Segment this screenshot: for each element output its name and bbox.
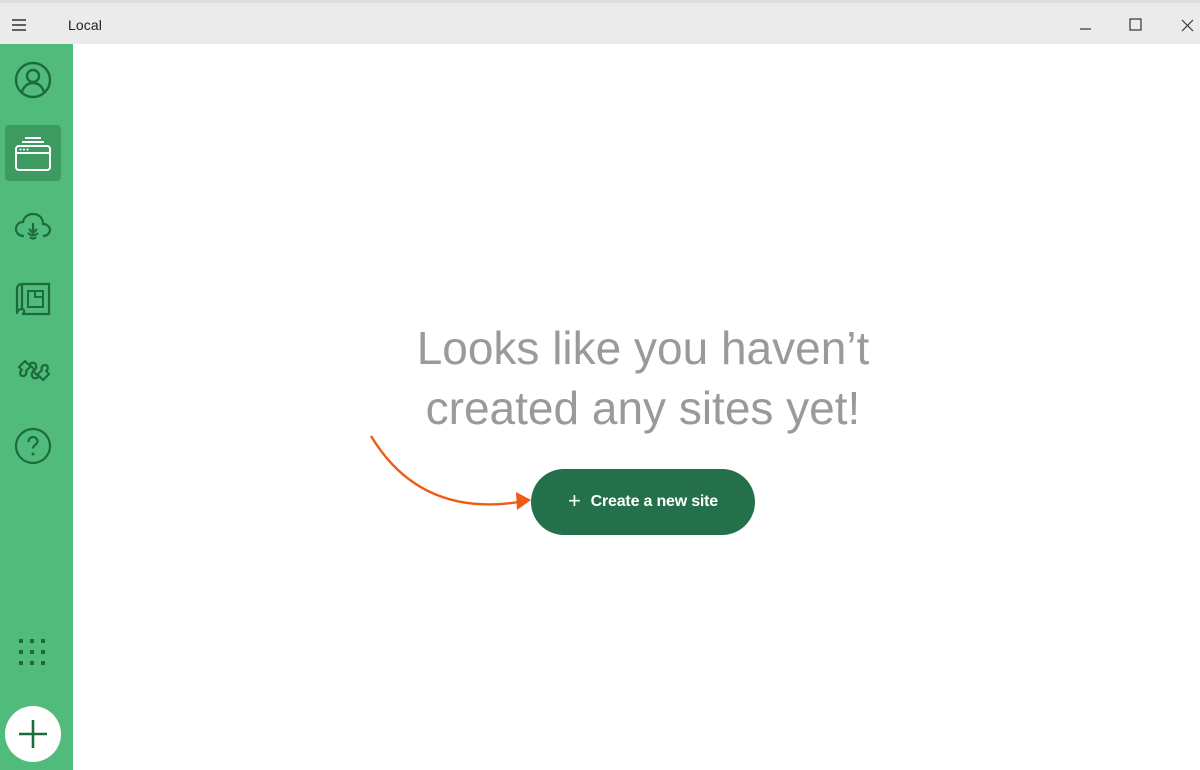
create-new-site-button[interactable]: + Create a new site [531, 469, 755, 535]
sidebar-item-help[interactable] [5, 418, 61, 474]
minimize-icon[interactable] [1062, 6, 1108, 44]
main-content: Looks like you haven’t created any sites… [73, 44, 1200, 770]
plus-icon [19, 720, 47, 748]
cloud-connect-icon [14, 212, 52, 240]
app-title: Local [68, 17, 102, 33]
sidebar-item-connect[interactable] [5, 199, 61, 255]
sidebar-item-addons[interactable] [5, 345, 61, 401]
addons-puzzle-icon [17, 359, 51, 382]
create-plus-icon: + [568, 488, 581, 513]
grid-dots-icon[interactable] [17, 637, 49, 669]
close-icon[interactable] [1162, 6, 1200, 44]
hamburger-menu-icon[interactable] [8, 11, 30, 39]
sites-icon [15, 137, 51, 171]
sidebar-item-sites[interactable] [5, 125, 61, 181]
sidebar [0, 44, 73, 770]
create-button-label: Create a new site [590, 493, 719, 510]
maximize-icon[interactable] [1112, 6, 1158, 44]
add-site-button[interactable] [5, 706, 61, 762]
annotation-arrow-icon [369, 435, 531, 510]
sidebar-item-blueprints[interactable] [5, 272, 61, 328]
blueprints-icon [15, 282, 51, 316]
user-icon [14, 61, 52, 99]
help-icon [14, 427, 52, 465]
title-bar: Local [0, 0, 1200, 44]
sidebar-item-user[interactable] [5, 52, 61, 108]
